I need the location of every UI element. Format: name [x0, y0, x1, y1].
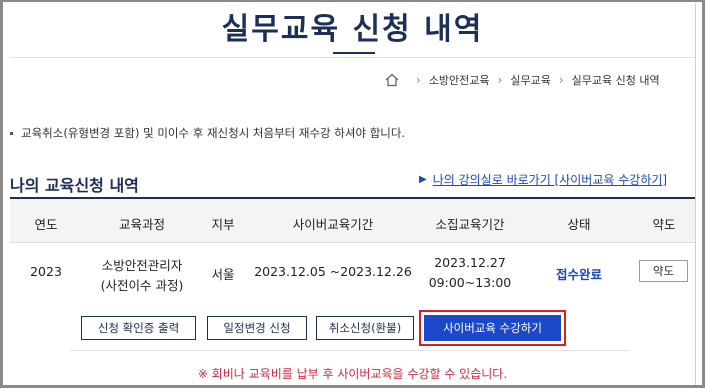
my-classroom-link[interactable]: ▶ 나의 강의실로 바로가기 [사이버교육 수강하기] [419, 171, 667, 188]
breadcrumb-item-practical[interactable]: 실무교육 [510, 72, 550, 88]
cell-course-line1: 소방안전관리자 [101, 258, 183, 273]
divider [10, 57, 695, 58]
divider [70, 350, 630, 351]
breadcrumb-item-fire-safety[interactable]: 소방안전교육 [429, 72, 490, 88]
header-convene-period: 소집교육기간 [435, 217, 505, 232]
header-map: 약도 [652, 217, 676, 232]
cancel-refund-button[interactable]: 취소신청(환불) [316, 316, 414, 340]
table-header: 연도 교육과정 지부 사이버교육기간 소집교육기간 상태 약도 [10, 199, 695, 243]
section-title: 나의 교육신청 내역 [10, 176, 139, 195]
cell-year: 2023 [30, 264, 62, 279]
home-icon[interactable] [384, 72, 400, 88]
cell-cyber-period: 2023.12.05 ~2023.12.26 [254, 264, 412, 279]
breadcrumb: › 소방안전교육 › 실무교육 › 실무교육 신청 내역 [384, 71, 660, 89]
cell-convene-time: 09:00~13:00 [428, 275, 512, 290]
bullet-icon [10, 132, 13, 135]
chevron-right-icon: › [558, 73, 564, 87]
cell-convene-date: 2023.12.27 [434, 255, 506, 270]
header-course: 교육과정 [118, 217, 165, 232]
title-underline [333, 52, 375, 54]
notice: 교육취소(유형변경 포함) 및 미이수 후 재신청시 처음부터 재수강 하셔야 … [10, 125, 405, 141]
scrollbar-edge [695, 3, 696, 385]
breadcrumb-item-current: 실무교육 신청 내역 [571, 74, 660, 87]
cell-branch: 서울 [211, 267, 235, 282]
status-badge: 접수완료 [555, 267, 602, 282]
cell-course-line2: (사전이수 과정) [100, 278, 184, 293]
map-button[interactable]: 약도 [639, 260, 688, 282]
header-status: 상태 [567, 217, 591, 232]
notice-text: 교육취소(유형변경 포함) 및 미이수 후 재신청시 처음부터 재수강 하셔야 … [21, 126, 406, 140]
triangle-right-icon: ▶ [419, 174, 427, 185]
header-branch: 지부 [211, 217, 235, 232]
table-row: 2023 소방안전관리자 (사전이수 과정) 서울 2023.12.05 ~20… [10, 243, 695, 299]
page-title: 실무교육 신청 내역 [221, 12, 484, 47]
print-certificate-button[interactable]: 신청 확인증 출력 [81, 316, 196, 340]
header-year: 연도 [34, 217, 58, 232]
change-schedule-button[interactable]: 일정변경 신청 [207, 316, 307, 340]
header-cyber-period: 사이버교육기간 [292, 217, 374, 232]
chevron-right-icon: › [497, 73, 503, 87]
highlight-box [419, 310, 566, 346]
footer-note: ※ 회비나 교육비를 납부 후 사이버교육을 수강할 수 있습니다. [197, 367, 508, 381]
my-classroom-link-text[interactable]: 나의 강의실로 바로가기 [사이버교육 수강하기] [433, 171, 667, 188]
chevron-right-icon: › [416, 73, 421, 87]
